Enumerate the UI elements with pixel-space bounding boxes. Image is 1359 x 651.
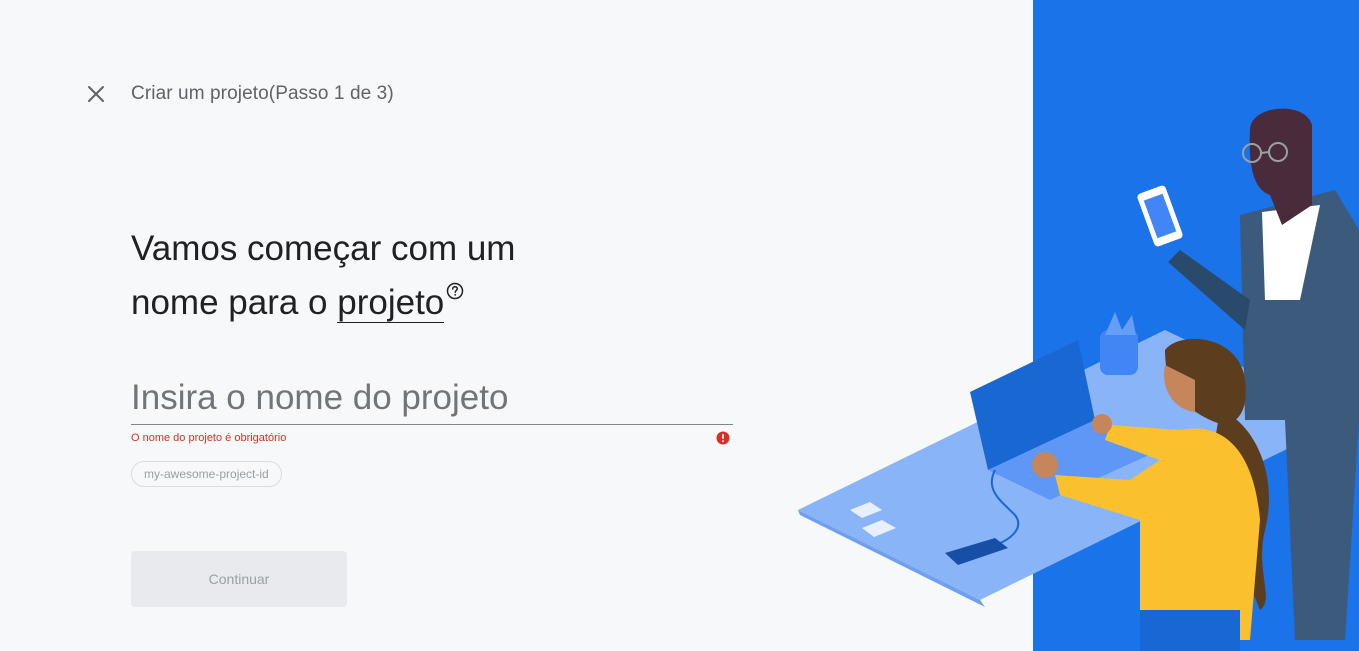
close-icon [88, 86, 104, 102]
project-term-link[interactable]: projeto [337, 283, 445, 323]
close-button[interactable] [84, 82, 108, 106]
create-project-page: Criar um projeto(Passo 1 de 3) Vamos com… [0, 0, 1359, 651]
project-name-input[interactable] [131, 372, 733, 424]
project-name-error: O nome do projeto é obrigatório [131, 430, 733, 446]
headline-line2: nome para o projeto [131, 276, 731, 330]
headline-line2-prefix: nome para o [131, 283, 338, 322]
continue-button[interactable]: Continuar [131, 551, 347, 607]
help-circle-icon[interactable] [446, 282, 464, 300]
error-icon [716, 431, 730, 445]
error-message: O nome do projeto é obrigatório [131, 432, 287, 444]
page-header: Criar um projeto(Passo 1 de 3) [84, 82, 394, 106]
project-id-chip[interactable]: my-awesome-project-id [131, 461, 282, 487]
project-name-field [131, 372, 733, 425]
page-step-title: Criar um projeto(Passo 1 de 3) [131, 83, 394, 104]
headline-line1: Vamos começar com um [131, 229, 516, 268]
page-title: Vamos começar com um nome para o projeto [131, 222, 731, 330]
